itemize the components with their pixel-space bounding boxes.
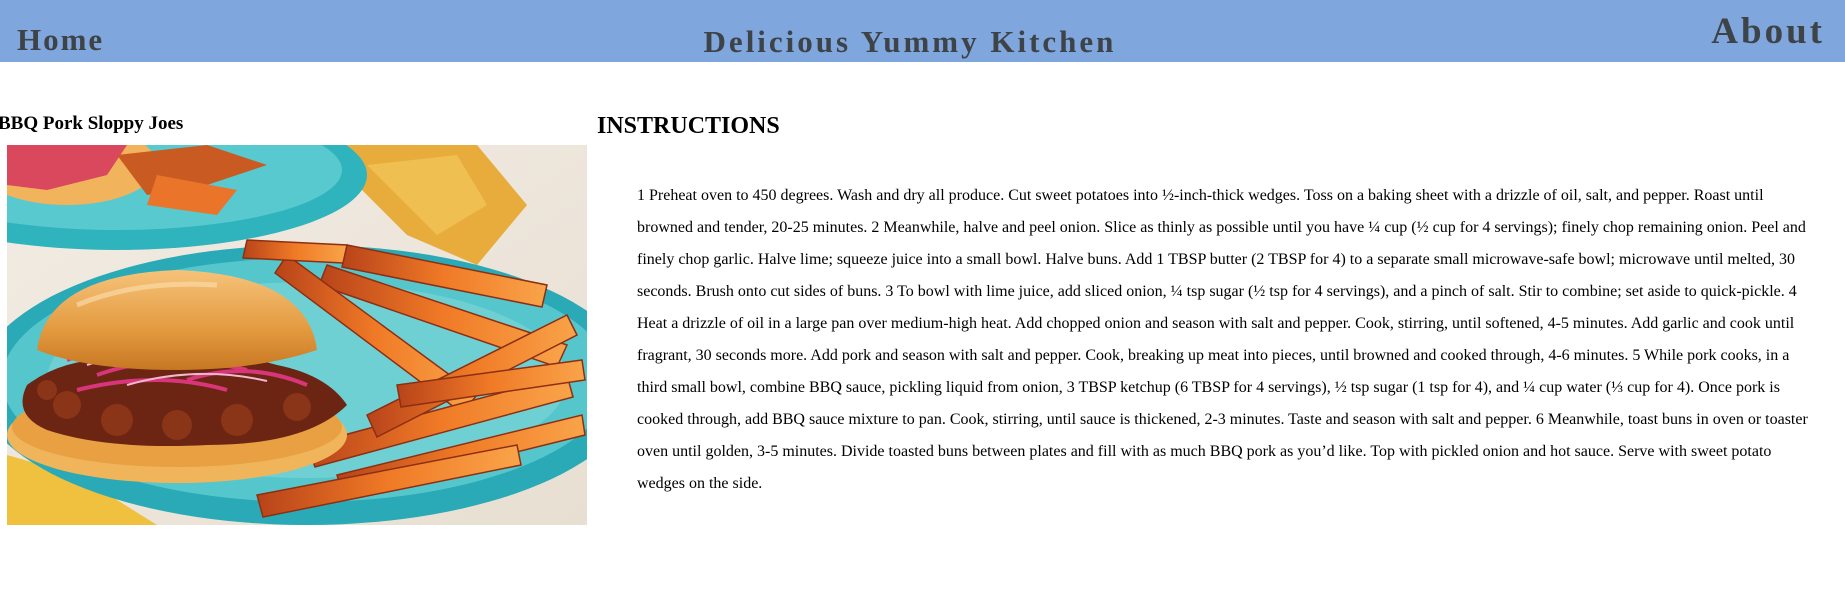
instructions-heading: INSTRUCTIONS (597, 113, 780, 139)
bbq-pork-sloppy-joe-photo-icon (7, 145, 587, 525)
recipe-photo (7, 145, 587, 525)
instructions-text: 1 Preheat oven to 450 degrees. Wash and … (637, 187, 1808, 492)
top-navigation-bar: Home Delicious Yummy Kitchen About (0, 0, 1845, 62)
about-link[interactable]: About (1711, 13, 1825, 50)
site-title: Delicious Yummy Kitchen (703, 24, 1117, 59)
recipe-title: BBQ Pork Sloppy Joes (0, 113, 184, 134)
